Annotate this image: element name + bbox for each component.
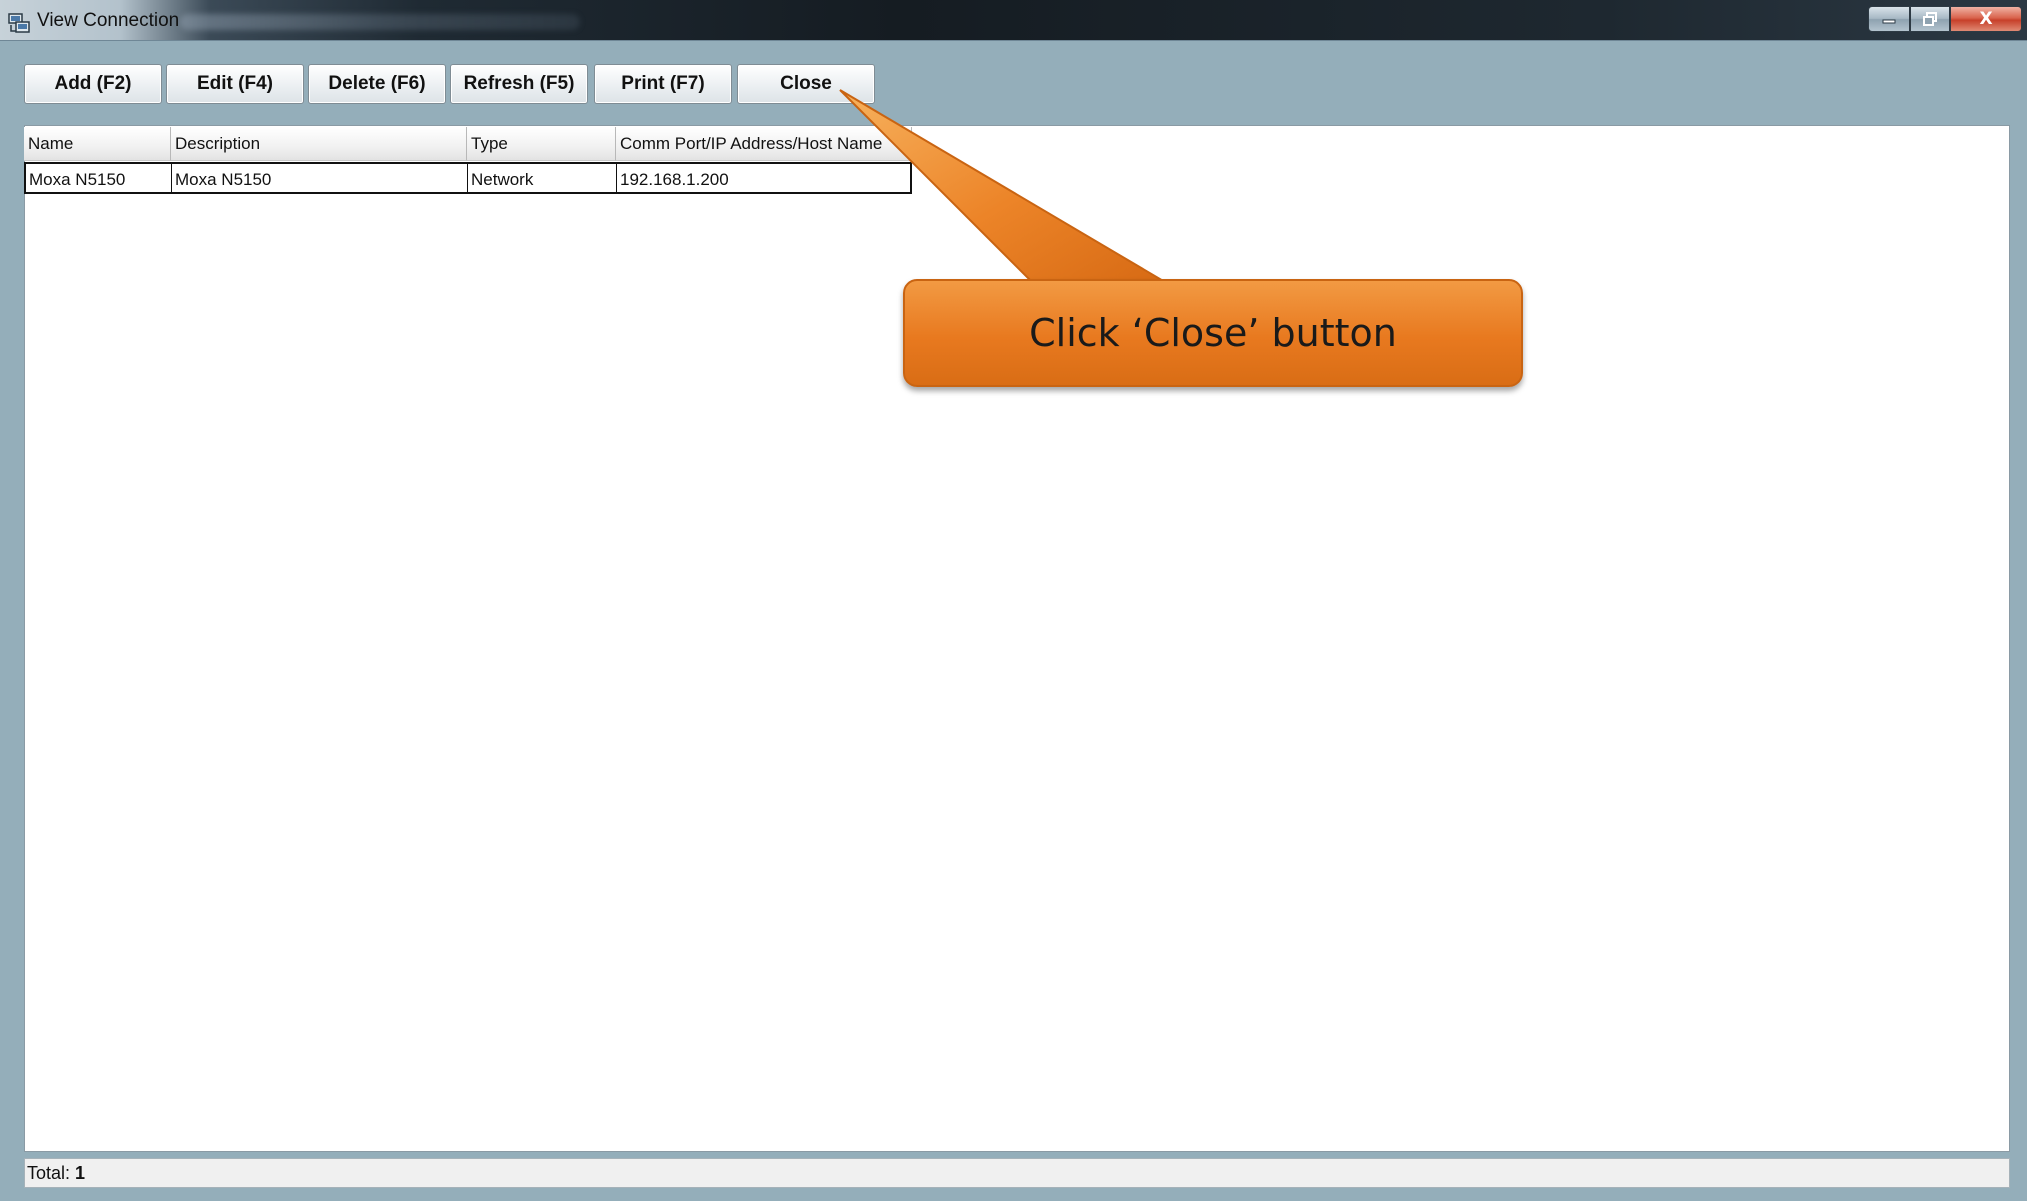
callout-text: Click ‘Close’ button <box>1029 311 1397 355</box>
title-blurred-text <box>180 14 580 30</box>
minimize-button[interactable] <box>1868 6 1910 32</box>
cell-address[interactable]: 192.168.1.200 <box>616 162 912 194</box>
column-header-description[interactable]: Description <box>171 127 467 161</box>
column-header-type[interactable]: Type <box>467 127 616 161</box>
restore-icon <box>1923 12 1937 26</box>
cell-name[interactable]: Moxa N5150 <box>24 162 172 194</box>
title-bar[interactable]: View Connection X <box>0 0 2027 41</box>
restore-button[interactable] <box>1910 6 1950 32</box>
cell-description[interactable]: Moxa N5150 <box>171 162 468 194</box>
delete-button[interactable]: Delete (F6) <box>308 64 446 104</box>
minimize-icon <box>1882 19 1896 24</box>
add-button[interactable]: Add (F2) <box>24 64 162 104</box>
cell-type[interactable]: Network <box>467 162 617 194</box>
total-label: Total: <box>27 1163 71 1183</box>
column-header-address[interactable]: Comm Port/IP Address/Host Name <box>616 127 912 161</box>
close-icon: X <box>1979 9 1993 29</box>
instruction-callout: Click ‘Close’ button <box>903 279 1523 387</box>
window-close-button[interactable]: X <box>1950 6 2022 32</box>
network-icon <box>8 13 30 33</box>
refresh-button[interactable]: Refresh (F5) <box>450 64 588 104</box>
total-count: 1 <box>75 1163 86 1183</box>
window-title: View Connection <box>37 10 180 31</box>
status-bar: Total: 1 <box>24 1158 2010 1188</box>
close-button[interactable]: Close <box>737 64 875 104</box>
column-header-name[interactable]: Name <box>24 127 171 161</box>
edit-button[interactable]: Edit (F4) <box>166 64 304 104</box>
view-connection-window: View Connection X Add (F2) Edit (F4) Del… <box>0 0 2027 1201</box>
print-button[interactable]: Print (F7) <box>594 64 732 104</box>
